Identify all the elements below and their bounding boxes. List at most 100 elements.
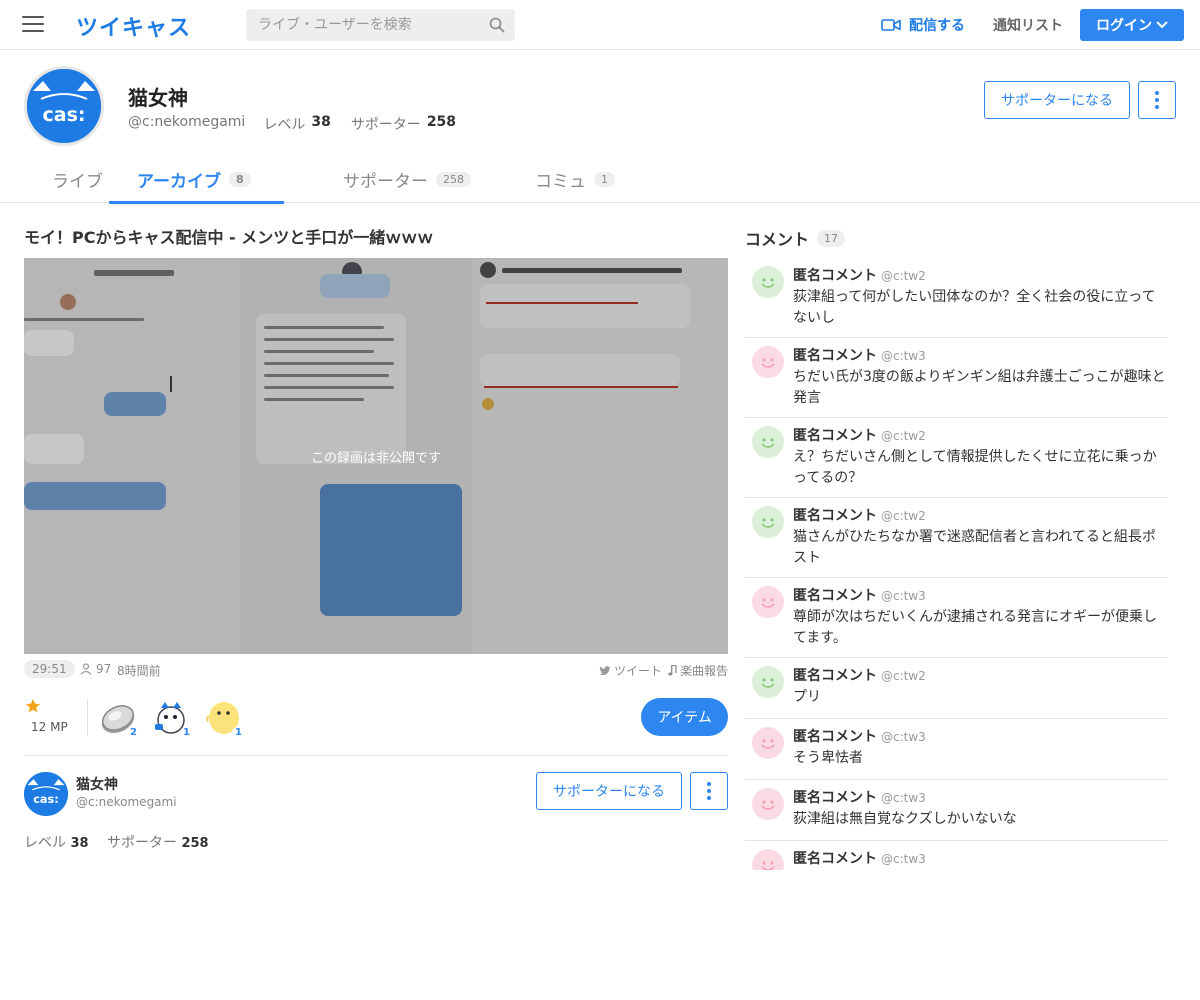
video-duration: 29:51: [24, 660, 75, 678]
comment-author: 匿名コメント @c:tw2: [793, 265, 1168, 285]
comment-text: 荻津組って何がしたい団体なのか？全く社会の役に立ってないし: [793, 289, 1156, 326]
smiley-avatar-icon[interactable]: [752, 586, 784, 618]
mp-value: 12 MP: [31, 720, 68, 734]
comment-name[interactable]: 匿名コメント: [793, 348, 877, 364]
comment-user-id: @c:tw3: [881, 349, 926, 363]
site-logo[interactable]: ツイキャス: [76, 10, 191, 42]
video-thumbnail[interactable]: この録画は非公開です: [24, 258, 728, 654]
comment-item: 匿名コメント @c:tw3 尊師が次はちだいくんが逮捕される発言にオギーが便乗してま…: [745, 578, 1168, 658]
smiley-avatar-icon[interactable]: [752, 727, 784, 759]
tab-supporters[interactable]: サポーター 258: [343, 155, 471, 203]
profile-handle: @c:nekomegami: [128, 114, 246, 130]
broadcast-label: 配信する: [909, 18, 965, 34]
search-box: [246, 9, 515, 41]
comment-name[interactable]: 匿名コメント: [793, 428, 877, 444]
menu-icon[interactable]: [22, 16, 44, 34]
comment-name[interactable]: 匿名コメント: [793, 268, 877, 284]
view-count: 97: [80, 662, 111, 676]
time-ago: 8時間前: [117, 664, 161, 678]
comment-author: 匿名コメント @c:tw2: [793, 665, 1168, 685]
music-note-icon: [668, 665, 677, 676]
supporters-value: 258: [426, 114, 457, 130]
mp-block: 12 MP: [24, 698, 84, 738]
music-report-link[interactable]: 楽曲報告: [668, 662, 728, 679]
comment-name[interactable]: 匿名コメント: [793, 588, 877, 604]
mascot-item-icon[interactable]: 1: [151, 698, 193, 738]
login-button[interactable]: ログイン: [1080, 9, 1184, 41]
comment-text: 尊師が次はちだいくんが逮捕される発言にオギーが便乗してます。: [793, 609, 1157, 646]
coin-item-icon[interactable]: 2: [98, 698, 140, 738]
tweet-label: ツイート: [614, 664, 663, 678]
smiley-avatar-icon[interactable]: [752, 506, 784, 538]
comment-author: 匿名コメント @c:tw2: [793, 425, 1168, 445]
more-options-button[interactable]: [1138, 81, 1176, 119]
tweet-link[interactable]: ツイート: [599, 662, 662, 679]
notification-list-link[interactable]: 通知リスト: [993, 15, 1063, 35]
comment-name[interactable]: 匿名コメント: [793, 729, 877, 745]
comment-user-id: @c:tw2: [881, 429, 926, 443]
comment-list[interactable]: 匿名コメント @c:tw2 荻津組って何がしたい団体なのか？全く社会の役に立ってない…: [745, 258, 1168, 870]
comment-text: プリ: [793, 689, 821, 705]
comment-author: 匿名コメント @c:tw3: [793, 787, 1168, 807]
smiley-avatar-icon[interactable]: [752, 666, 784, 698]
tab-live[interactable]: ライブ: [52, 155, 103, 203]
comment-user-id: @c:tw3: [881, 589, 926, 603]
item-count: 1: [232, 727, 245, 738]
become-supporter-button[interactable]: サポーターになる: [984, 81, 1130, 119]
comment-author: 匿名コメント @c:tw3: [793, 585, 1168, 605]
comment-user-id: @c:tw2: [881, 669, 926, 683]
svg-text:cas:: cas:: [43, 104, 86, 126]
more-options-button[interactable]: [690, 772, 728, 810]
profile-tabs: ライブ アーカイブ 8 サポーター 258 コミュ 1: [0, 155, 1200, 204]
comment-item: 匿名コメント @c:tw2 猫さんがひたちなか署で迷惑配信者と言われてると組長ポスト: [745, 498, 1168, 578]
star-icon: [26, 699, 40, 713]
smiley-avatar-icon[interactable]: [752, 346, 784, 378]
comment-name[interactable]: 匿名コメント: [793, 508, 877, 524]
profile-avatar[interactable]: cas:: [24, 66, 104, 146]
broadcast-button[interactable]: 配信する: [881, 15, 965, 35]
supporters-label: サポーター: [107, 835, 177, 851]
smiley-avatar-icon[interactable]: [752, 426, 784, 458]
comment-text: ちだい氏が3度の飯よりギンギン組は弁護士ごっこが趣味と発言: [793, 369, 1166, 406]
section-divider: [24, 755, 728, 756]
tab-community[interactable]: コミュ 1: [535, 155, 615, 203]
search-input[interactable]: [246, 9, 476, 41]
become-supporter-button[interactable]: サポーターになる: [536, 772, 682, 810]
video-stats: 29:51 97 8時間前 ツイート 楽曲報告: [24, 660, 728, 680]
supporters-value: 258: [181, 836, 209, 851]
comment-item: 匿名コメント @c:tw3 そう卑怯者: [745, 719, 1168, 780]
view-count-value: 97: [96, 662, 112, 676]
comment-user-id: @c:tw3: [881, 730, 926, 744]
login-label: ログイン: [1096, 18, 1152, 34]
owner-handle: @c:nekomegami: [76, 795, 177, 809]
cas-logo-icon: cas:: [27, 69, 101, 143]
tab-supporters-label: サポーター: [343, 171, 428, 192]
comment-author: 匿名コメント @c:tw3: [793, 726, 1168, 746]
item-button[interactable]: アイテム: [641, 698, 728, 736]
comment-name[interactable]: 匿名コメント: [793, 668, 877, 684]
smiley-avatar-icon[interactable]: [752, 266, 784, 298]
owner-name[interactable]: 猫女神: [76, 774, 118, 794]
owner-meta: レベル 38 サポーター 258: [24, 832, 223, 852]
chick-item-icon[interactable]: 1: [203, 698, 245, 738]
comments-title: コメント: [745, 230, 810, 249]
tab-live-label: ライブ: [52, 171, 103, 192]
smiley-avatar-icon[interactable]: [752, 788, 784, 820]
profile-name: 猫女神: [128, 86, 188, 110]
owner-avatar[interactable]: cas:: [24, 772, 68, 816]
comment-name[interactable]: 匿名コメント: [793, 851, 877, 867]
video-camera-icon: [881, 19, 901, 31]
more-dot-icon: [1155, 91, 1159, 95]
level-value: 38: [311, 114, 331, 130]
smiley-avatar-icon[interactable]: [752, 849, 784, 870]
comment-user-id: @c:tw2: [881, 269, 926, 283]
top-bar: ツイキャス 配信する 通知リスト ログイン: [0, 0, 1200, 50]
comment-item: 匿名コメント @c:tw3: [745, 841, 1168, 870]
comment-item: 匿名コメント @c:tw2 プリ: [745, 658, 1168, 719]
search-icon[interactable]: [489, 17, 505, 33]
comment-name[interactable]: 匿名コメント: [793, 790, 877, 806]
person-icon: [80, 663, 92, 675]
comment-text: え？ちだいさん側として情報提供したくせに立花に乗っかってるの？: [793, 449, 1157, 486]
tab-archive[interactable]: アーカイブ 8: [109, 155, 284, 204]
divider: [87, 698, 88, 736]
